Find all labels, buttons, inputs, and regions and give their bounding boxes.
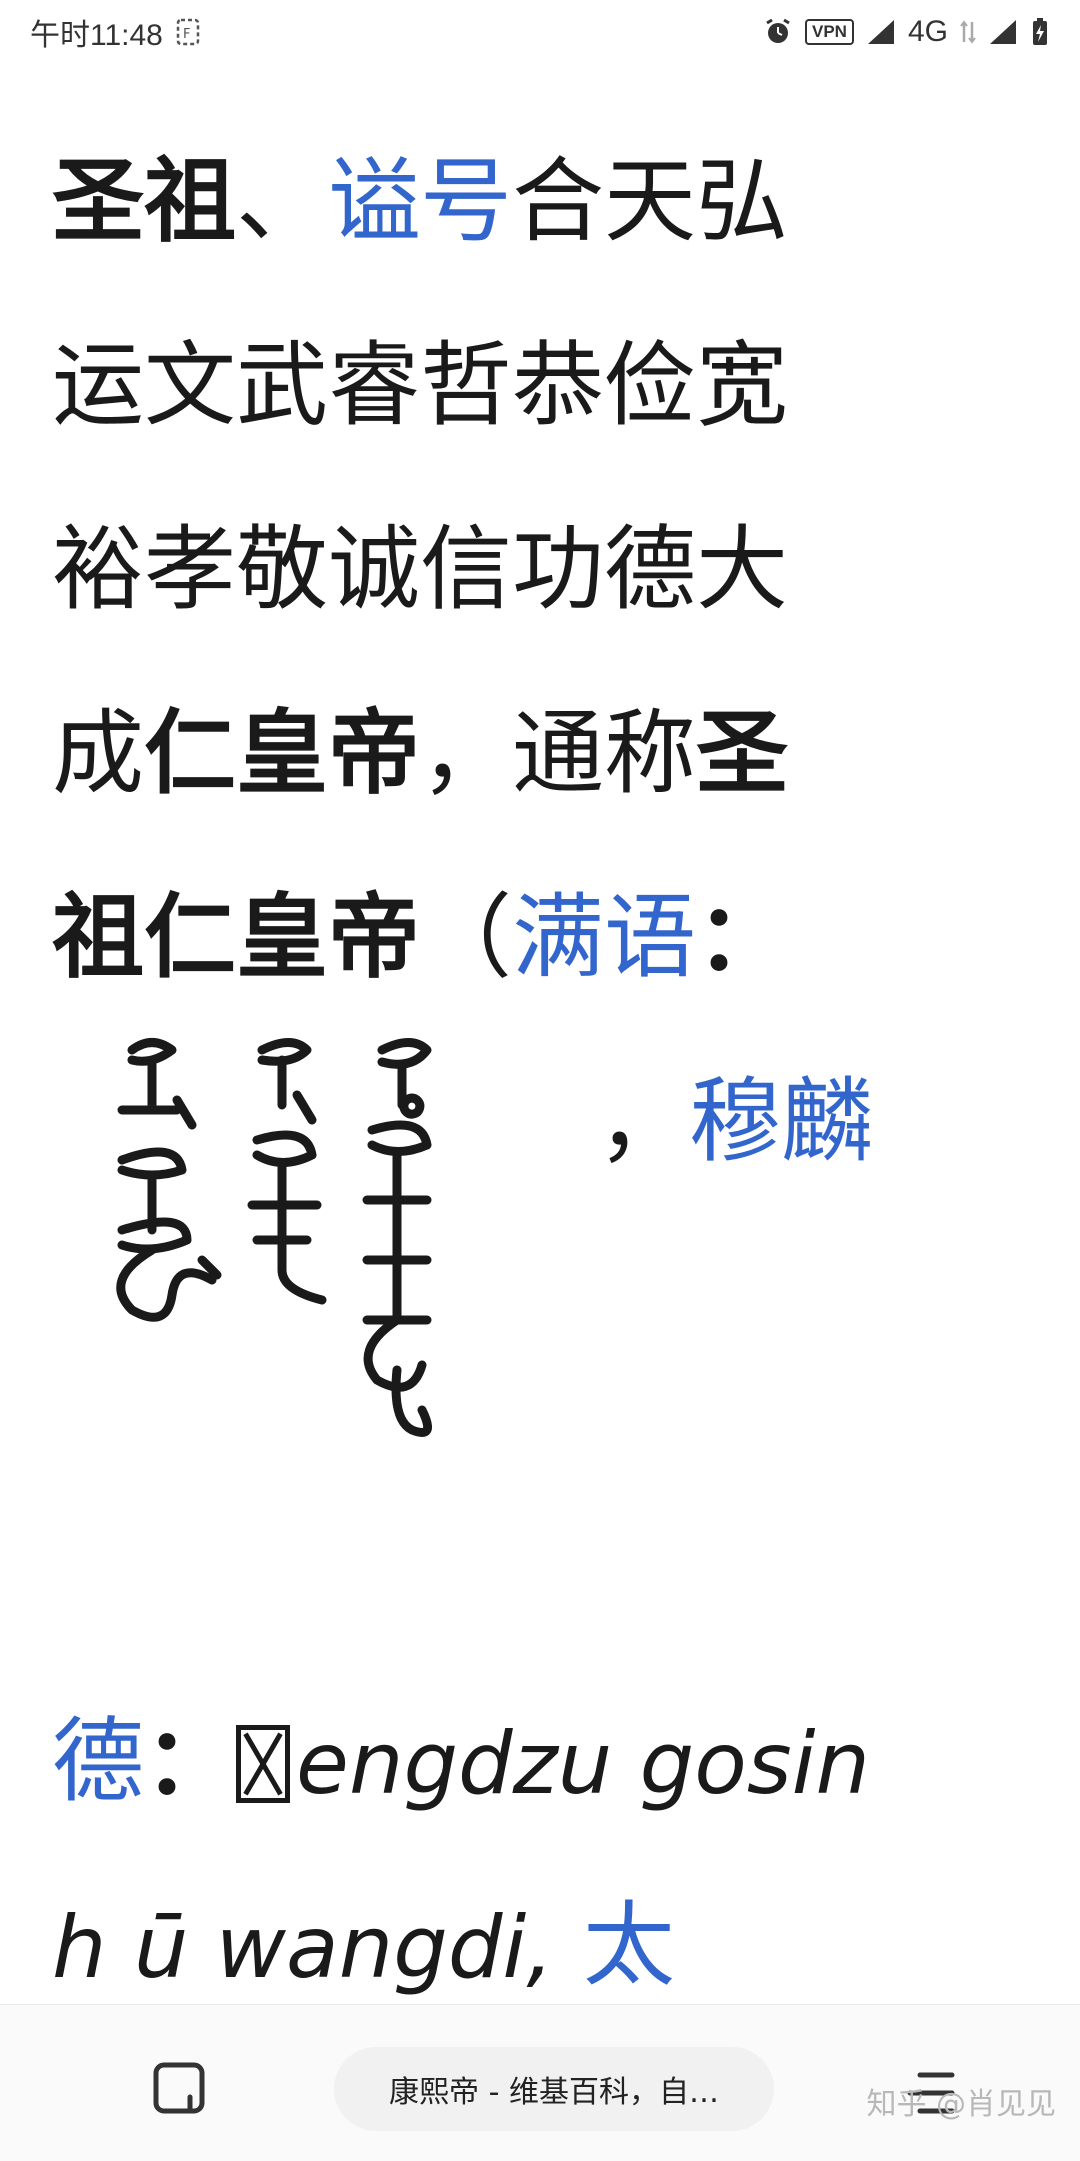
- url-bar[interactable]: 康熙帝 - 维基百科，自…: [334, 2047, 774, 2131]
- comma: ，: [597, 1068, 690, 1175]
- missing-glyph-icon: [236, 1725, 291, 1803]
- link-tai[interactable]: 太: [583, 1892, 675, 1999]
- tabs-button[interactable]: [150, 2057, 210, 2117]
- article-line-4: 成仁皇帝，通称圣: [52, 662, 1052, 846]
- status-right: VPN 4G: [763, 15, 1050, 49]
- article-line-5: 祖仁皇帝（满语：: [52, 846, 1052, 1030]
- romanization-text: engdzu gosin: [296, 1714, 871, 1814]
- link-mollendorff[interactable]: 穆麟: [689, 1068, 873, 1175]
- svg-text:F: F: [183, 27, 190, 42]
- status-left: 午时11:48 F: [30, 10, 201, 54]
- comma: ,: [526, 1898, 554, 1998]
- signal-icon: [866, 18, 896, 46]
- alarm-icon: [763, 17, 793, 47]
- browser-bottom-bar: 康熙帝 - 维基百科，自… 知乎 @肖见见: [0, 2004, 1080, 2161]
- link-shihao[interactable]: 谥号: [328, 148, 512, 255]
- vpn-badge: VPN: [805, 19, 854, 45]
- tabs-icon: [153, 2062, 205, 2114]
- link-manchu-language[interactable]: 满语: [512, 884, 696, 991]
- article-body: 圣祖、谥号合天弘 运文武睿哲恭俭宽 裕孝敬诚信功德大 成仁皇帝，通称圣 祖仁皇帝…: [52, 110, 1052, 2038]
- separator: 、: [236, 148, 329, 255]
- text-segment: 合天弘: [512, 148, 789, 255]
- signal-icon-2: [988, 18, 1018, 46]
- battery-charging-icon: [1030, 17, 1050, 47]
- status-time: 午时11:48: [30, 19, 163, 52]
- article-line-1: 圣祖、谥号合天弘: [52, 110, 1052, 294]
- term-sheng: 圣: [696, 700, 789, 807]
- term-renhuangdi: 仁皇帝: [144, 700, 421, 807]
- status-bar: 午时11:48 F VPN 4G: [0, 0, 1080, 64]
- text-segment: ，通称: [420, 700, 697, 807]
- manchu-tail-text: ，穆麟: [597, 1030, 873, 1214]
- article-line-7: 德： engdzu gosin: [52, 1670, 1052, 1854]
- data-arrows-icon: [960, 18, 976, 46]
- url-title: 康熙帝 - 维基百科，自…: [389, 2075, 719, 2110]
- term-zurenhuangdi: 祖仁皇帝: [52, 884, 421, 991]
- text-segment: 成: [52, 700, 145, 807]
- term-shengzu: 圣祖: [52, 148, 237, 255]
- screenshot-icon: F: [175, 17, 201, 47]
- manchu-script-row: ，穆麟: [52, 1030, 1052, 1670]
- paren: （: [420, 884, 513, 991]
- zhihu-watermark: 知乎 @肖见见: [866, 2087, 1056, 2122]
- romanization-text: h ū wangdi: [52, 1898, 527, 1998]
- colon: ：: [144, 1708, 237, 1815]
- colon: ：: [696, 884, 789, 991]
- article-line-2: 运文武睿哲恭俭宽: [52, 332, 789, 439]
- manchu-script-image: [116, 1038, 432, 1437]
- article-line-3: 裕孝敬诚信功德大: [52, 516, 789, 623]
- link-de[interactable]: 德: [52, 1708, 144, 1815]
- network-type: 4G: [907, 15, 948, 48]
